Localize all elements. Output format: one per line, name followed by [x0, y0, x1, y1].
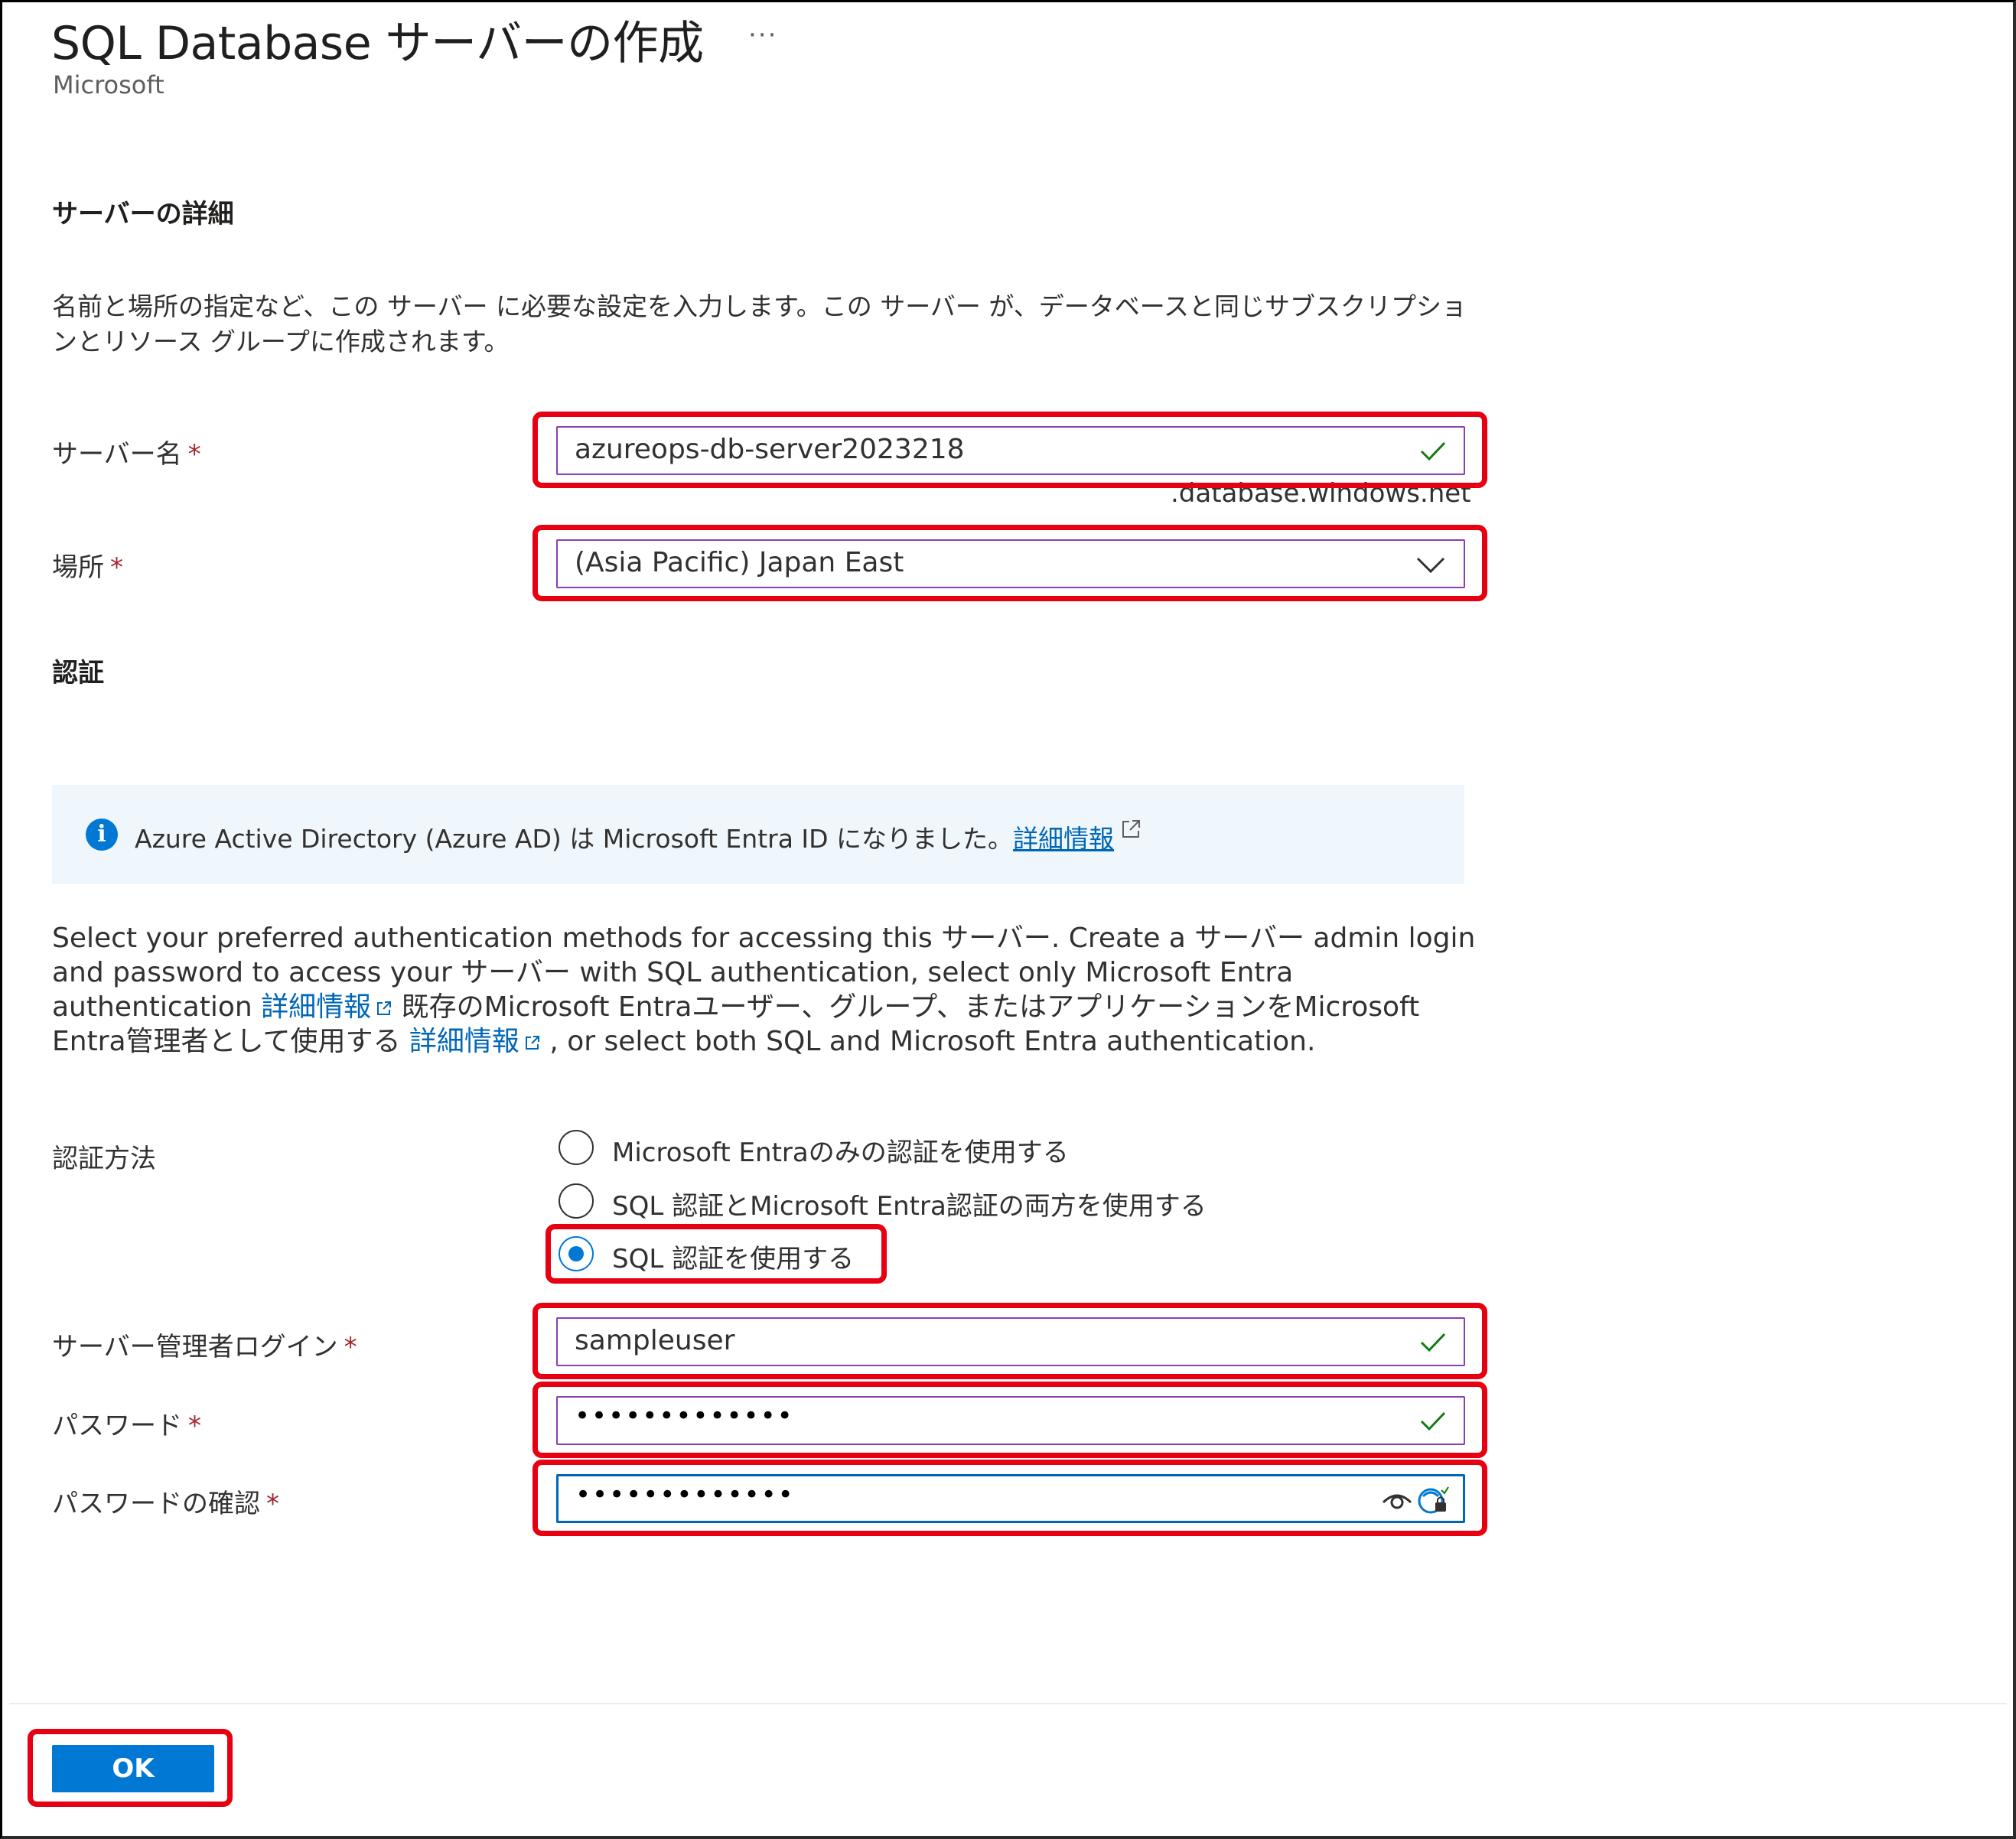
external-link-icon [377, 1001, 392, 1015]
footer-divider [9, 1703, 2007, 1704]
external-link-icon [525, 1036, 539, 1050]
location-label: 場所 * [52, 546, 123, 584]
more-options-button[interactable]: ··· [748, 20, 777, 50]
highlight-box [532, 525, 1487, 601]
password-label-text: パスワード [52, 1411, 182, 1441]
required-marker: * [110, 552, 123, 583]
server-details-heading: サーバーの詳細 [52, 199, 234, 229]
confirm-password-label-text: パスワードの確認 [52, 1489, 260, 1519]
highlight-box [532, 1382, 1487, 1458]
admin-login-label-text: サーバー管理者ログイン [52, 1332, 338, 1362]
radio-button[interactable] [559, 1183, 594, 1219]
info-learn-more-link[interactable]: 詳細情報 [1013, 824, 1114, 854]
external-link-icon [1122, 820, 1141, 838]
password-label: パスワード * [52, 1404, 201, 1442]
info-message: Azure Active Directory (Azure AD) は Micr… [135, 824, 1014, 854]
radio-label: Microsoft Entraのみの認証を使用する [612, 1138, 1069, 1168]
auth-description: Select your preferred authentication met… [52, 921, 1483, 1059]
learn-more-link[interactable]: 詳細情報 [409, 1026, 519, 1057]
required-marker: * [266, 1489, 279, 1519]
confirm-password-label: パスワードの確認 * [52, 1483, 279, 1520]
info-icon: i [86, 819, 118, 851]
admin-login-label: サーバー管理者ログイン * [52, 1326, 357, 1363]
info-banner: i Azure Active Directory (Azure AD) は Mi… [52, 785, 1464, 884]
auth-method-label: 認証方法 [52, 1144, 156, 1174]
highlight-box [532, 1460, 1487, 1536]
info-banner-text: Azure Active Directory (Azure AD) は Micr… [135, 819, 1142, 855]
highlight-box [28, 1729, 233, 1807]
auth-heading: 認証 [52, 658, 104, 688]
learn-more-link[interactable]: 詳細情報 [261, 991, 371, 1023]
highlight-box [546, 1224, 887, 1284]
page-frame [0, 0, 2016, 1839]
publisher-label: Microsoft [53, 70, 164, 99]
highlight-box [532, 412, 1487, 488]
server-name-label-text: サーバー名 [52, 439, 182, 470]
radio-button[interactable] [559, 1130, 594, 1165]
required-marker: * [344, 1332, 357, 1362]
highlight-box [532, 1303, 1487, 1379]
radio-label: SQL 認証とMicrosoft Entra認証の両方を使用する [612, 1191, 1207, 1222]
location-label-text: 場所 [52, 552, 104, 583]
required-marker: * [188, 1411, 201, 1441]
page-title: SQL Database サーバーの作成 [51, 17, 704, 70]
server-details-description: 名前と場所の指定など、この サーバー に必要な設定を入力します。この サーバー … [52, 291, 1467, 356]
server-name-label: サーバー名 * [52, 433, 201, 470]
required-marker: * [187, 439, 201, 470]
auth-description-part3: , or select both SQL and Microsoft Entra… [540, 1026, 1316, 1057]
